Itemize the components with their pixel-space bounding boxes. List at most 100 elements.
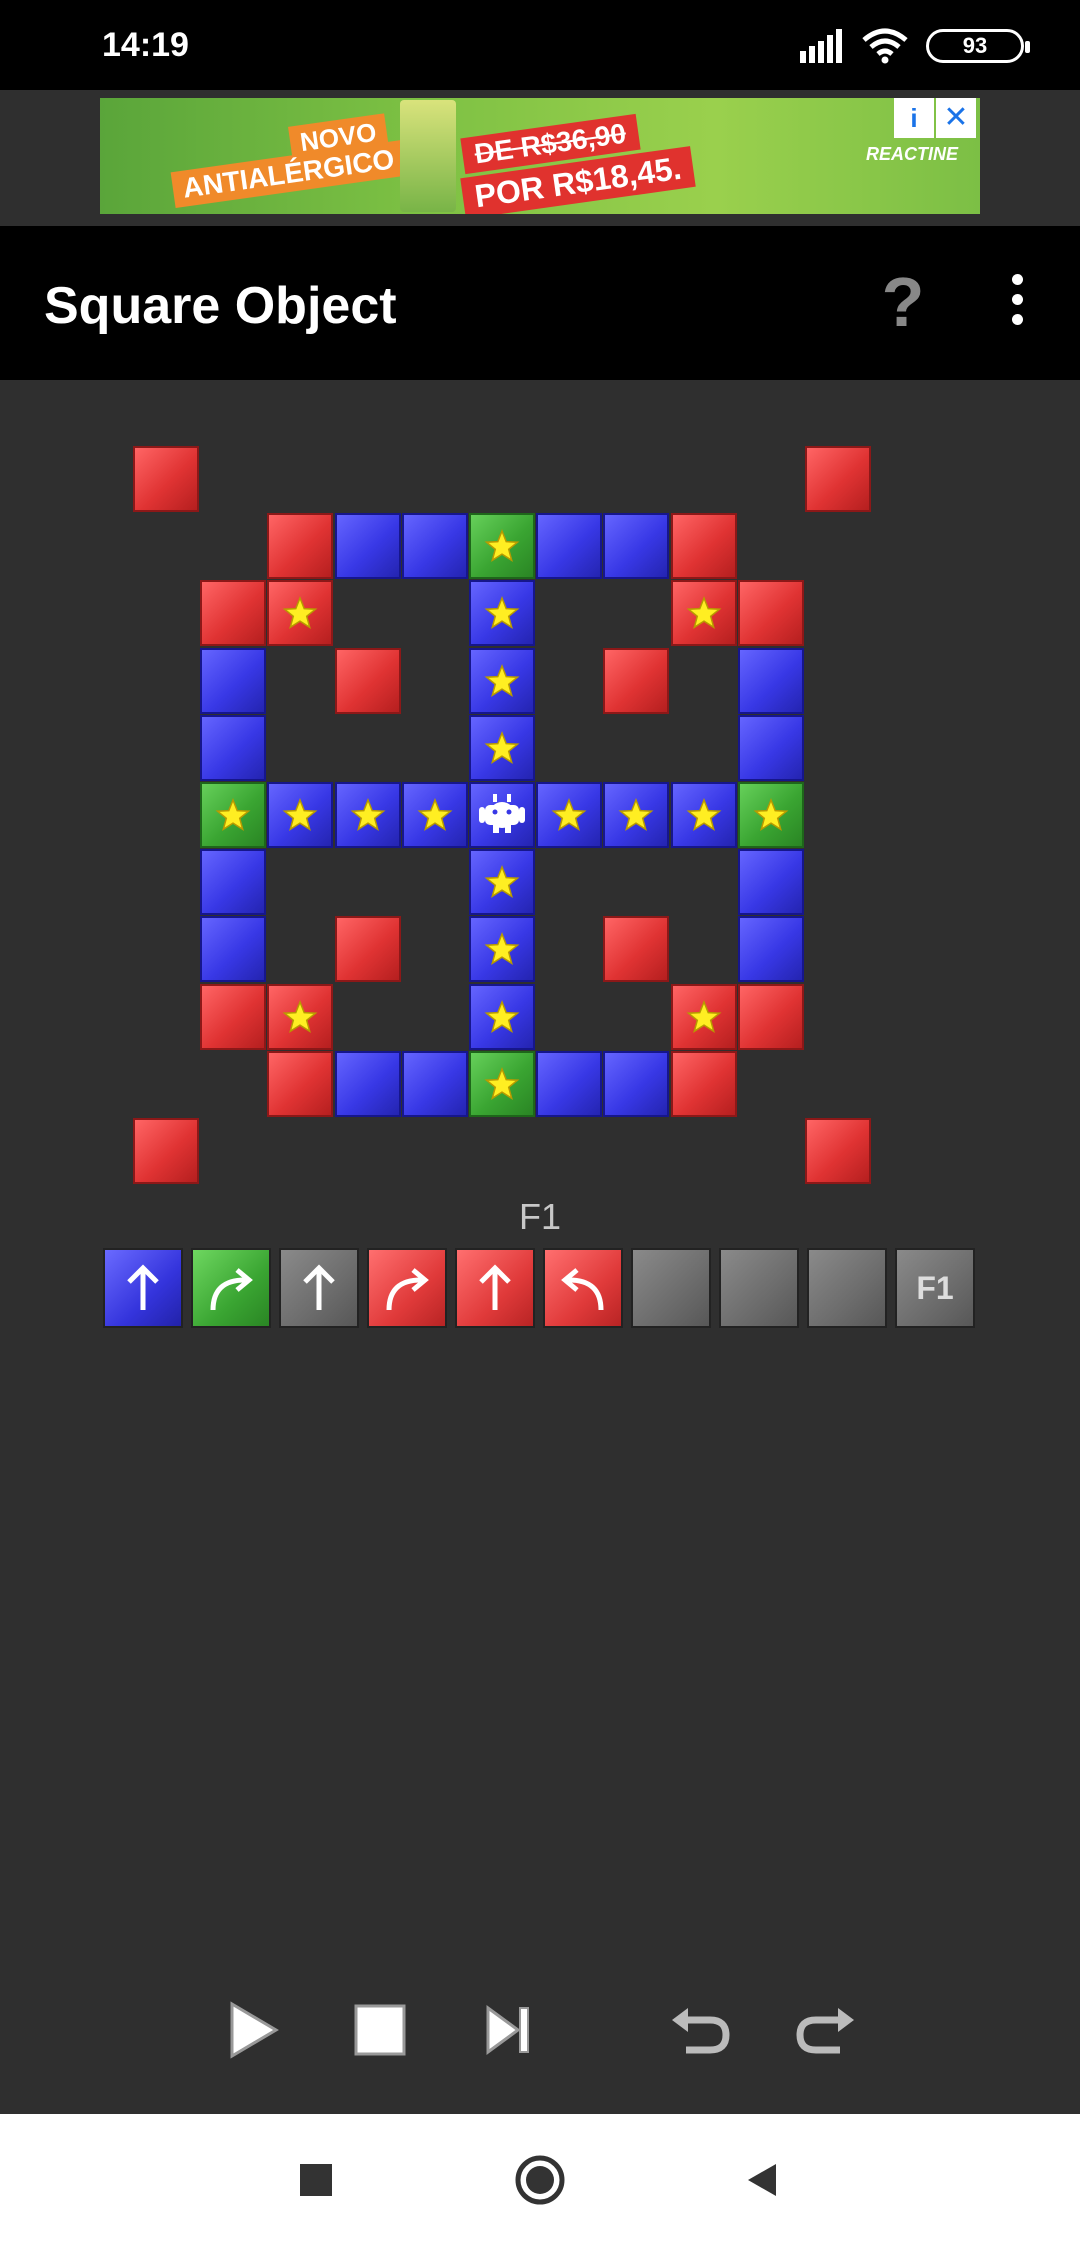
star-icon: [686, 595, 722, 629]
blue-tile: [536, 782, 602, 848]
program-slot-6[interactable]: [543, 1248, 623, 1328]
blue-tile: [738, 849, 804, 915]
robot-icon: [479, 794, 525, 833]
ad-tag-product: ANTIALÉRGICO: [170, 139, 407, 209]
blue-tile: [200, 648, 266, 714]
blue-tile: [200, 715, 266, 781]
blue-tile: [536, 513, 602, 579]
ad-info-icon[interactable]: i: [894, 98, 934, 138]
game-board: [0, 380, 1080, 1200]
red-tile: [200, 984, 266, 1050]
function-label: F1: [518, 1196, 561, 1237]
program-slot-5[interactable]: [455, 1248, 535, 1328]
blue-tile: [200, 916, 266, 982]
star-icon: [484, 931, 520, 965]
blue-tile: [738, 715, 804, 781]
program-slot-2[interactable]: [191, 1248, 271, 1328]
blue-tile: [469, 580, 535, 646]
blue-tile: [469, 916, 535, 982]
red-tile: [603, 916, 669, 982]
program-slot-4[interactable]: [367, 1248, 447, 1328]
red-tile: [805, 446, 871, 512]
ad-brand: REACTINE: [865, 144, 958, 164]
battery-icon: 93: [926, 29, 1030, 63]
stop-icon[interactable]: [340, 1990, 420, 2070]
red-tile: [267, 1051, 333, 1117]
green-tile: [738, 782, 804, 848]
turn-right-icon: [210, 1268, 253, 1311]
app-bar: Square Object ?: [0, 226, 1080, 380]
step-icon[interactable]: [468, 1990, 548, 2070]
play-icon[interactable]: [212, 1990, 292, 2070]
ad-product-box: [400, 100, 456, 212]
star-icon: [282, 595, 318, 629]
home-icon[interactable]: [508, 2148, 572, 2212]
blue-tile: [335, 513, 401, 579]
star-icon: [484, 1066, 520, 1100]
blue-tile: [603, 782, 669, 848]
blue-tile: [335, 1051, 401, 1117]
recents-icon[interactable]: [284, 2148, 348, 2212]
red-tile: [671, 984, 737, 1050]
more-vert-icon[interactable]: [1002, 274, 1032, 334]
star-icon: [551, 797, 587, 831]
program-slot-9[interactable]: [807, 1248, 887, 1328]
green-tile: [469, 1051, 535, 1117]
star-icon: [282, 999, 318, 1033]
wifi-icon: [862, 28, 908, 64]
red-tile: [738, 984, 804, 1050]
star-icon: [350, 797, 386, 831]
red-tile: [133, 446, 199, 512]
red-tile: [805, 1118, 871, 1184]
blue-tile: [402, 513, 468, 579]
star-icon: [686, 797, 722, 831]
undo-icon[interactable]: [660, 1990, 740, 2070]
blue-tile: [469, 849, 535, 915]
status-icons: 93: [800, 24, 1030, 68]
star-icon: [484, 663, 520, 697]
star-icon: [686, 999, 722, 1033]
ad-close-icon[interactable]: ✕: [936, 98, 976, 138]
program-slot-7[interactable]: [631, 1248, 711, 1328]
blue-tile: [469, 715, 535, 781]
red-tile: [603, 648, 669, 714]
robot-tile: [469, 782, 535, 848]
blue-tile: [603, 513, 669, 579]
star-icon: [484, 864, 520, 898]
star-icon: [484, 595, 520, 629]
app-title: Square Object: [44, 277, 397, 335]
red-tile: [267, 580, 333, 646]
blue-tile: [671, 782, 737, 848]
red-tile: [335, 916, 401, 982]
program-slot-10[interactable]: F1: [895, 1248, 975, 1328]
program-slot-1[interactable]: [103, 1248, 183, 1328]
arrow-up-icon: [479, 1264, 511, 1310]
blue-tile: [200, 849, 266, 915]
red-tile: [671, 580, 737, 646]
blue-tile: [469, 648, 535, 714]
function-call-label: F1: [916, 1269, 954, 1306]
program-slot-3[interactable]: [279, 1248, 359, 1328]
blue-tile: [738, 916, 804, 982]
help-icon[interactable]: ?: [878, 264, 928, 340]
star-icon: [215, 797, 251, 831]
back-icon[interactable]: [730, 2148, 794, 2212]
star-icon: [753, 797, 789, 831]
ad-banner[interactable]: NOVO ANTIALÉRGICO DE R$36,90 POR R$18,45…: [100, 98, 980, 214]
blue-tile: [603, 1051, 669, 1117]
program-slot-8[interactable]: [719, 1248, 799, 1328]
blue-tile: [469, 984, 535, 1050]
red-tile: [738, 580, 804, 646]
red-tile: [335, 648, 401, 714]
star-icon: [417, 797, 453, 831]
redo-icon[interactable]: [786, 1990, 866, 2070]
blue-tile: [402, 782, 468, 848]
signal-icon: [800, 29, 842, 63]
green-tile: [200, 782, 266, 848]
blue-tile: [267, 782, 333, 848]
red-tile: [200, 580, 266, 646]
green-tile: [469, 513, 535, 579]
star-icon: [484, 999, 520, 1033]
status-time: 14:19: [102, 26, 189, 64]
star-icon: [282, 797, 318, 831]
